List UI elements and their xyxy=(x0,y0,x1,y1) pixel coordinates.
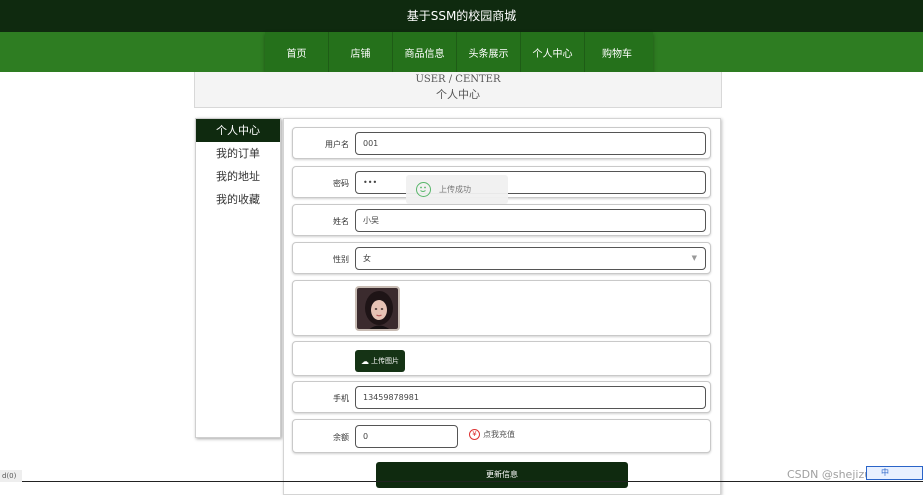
sidebar-item-my-favorites[interactable]: 我的收藏 xyxy=(196,188,280,211)
gender-value: 女 xyxy=(363,254,371,263)
user-sidebar: 个人中心 我的订单 我的地址 我的收藏 xyxy=(195,118,281,438)
username-row: 用户名 001 xyxy=(292,127,711,159)
phone-row: 手机 13459878981 xyxy=(292,381,711,413)
nav-home[interactable]: 首页 xyxy=(265,32,329,72)
smile-icon xyxy=(416,182,431,197)
sidebar-item-user-center[interactable]: 个人中心 xyxy=(196,119,280,142)
username-input[interactable]: 001 xyxy=(355,132,706,155)
phone-input[interactable]: 13459878981 xyxy=(355,386,706,409)
avatar-image xyxy=(355,286,400,331)
nav-headlines[interactable]: 头条展示 xyxy=(457,32,521,72)
smile-face-icon xyxy=(420,186,426,192)
name-input[interactable]: 小吴 xyxy=(355,209,706,232)
main-nav: 首页 店铺 商品信息 头条展示 个人中心 购物车 xyxy=(265,32,653,72)
username-label: 用户名 xyxy=(325,140,349,149)
recharge-link[interactable]: ¥ 点我充值 xyxy=(469,429,515,440)
taskbar-divider xyxy=(0,481,923,482)
site-title: 基于SSM的校园商城 xyxy=(406,9,517,23)
phone-label: 手机 xyxy=(333,394,349,403)
page-header: USER / CENTER 个人中心 xyxy=(194,72,722,108)
nav-products[interactable]: 商品信息 xyxy=(393,32,457,72)
upload-row: ☁ 上传图片 xyxy=(292,341,711,376)
cloud-upload-icon: ☁ xyxy=(361,356,369,366)
site-title-bar: 基于SSM的校园商城 xyxy=(0,0,923,32)
upload-success-toast: 上传成功 xyxy=(406,175,508,204)
recharge-label: 点我充值 xyxy=(483,430,515,439)
page-title-en: USER / CENTER xyxy=(415,74,501,85)
password-label: 密码 xyxy=(333,179,349,188)
update-info-button[interactable]: 更新信息 xyxy=(376,462,628,488)
nav-shops[interactable]: 店铺 xyxy=(329,32,393,72)
avatar-portrait-icon xyxy=(357,288,398,329)
sidebar-item-my-address[interactable]: 我的地址 xyxy=(196,165,280,188)
nav-cart[interactable]: 购物车 xyxy=(585,32,649,72)
page-title-cn: 个人中心 xyxy=(436,88,480,101)
nav-user-center[interactable]: 个人中心 xyxy=(521,32,585,72)
avatar-row xyxy=(292,280,711,336)
balance-label: 余额 xyxy=(333,433,349,442)
gender-select[interactable]: 女 ▼ xyxy=(355,247,706,270)
sidebar-item-my-orders[interactable]: 我的订单 xyxy=(196,142,280,165)
balance-input: 0 xyxy=(355,425,458,448)
balance-row: 余额 0 ¥ 点我充值 xyxy=(292,419,711,453)
chevron-down-icon: ▼ xyxy=(691,254,697,262)
ime-indicator[interactable]: 中 xyxy=(866,466,923,480)
upload-button-label: 上传图片 xyxy=(371,357,399,365)
toast-message: 上传成功 xyxy=(439,185,471,194)
name-row: 姓名 小吴 xyxy=(292,204,711,236)
status-corner-text: d(0) xyxy=(0,470,22,482)
recharge-icon: ¥ xyxy=(469,429,480,440)
gender-row: 性别 女 ▼ xyxy=(292,242,711,274)
upload-image-button[interactable]: ☁ 上传图片 xyxy=(355,350,405,372)
name-label: 姓名 xyxy=(333,217,349,226)
gender-label: 性别 xyxy=(333,255,349,264)
